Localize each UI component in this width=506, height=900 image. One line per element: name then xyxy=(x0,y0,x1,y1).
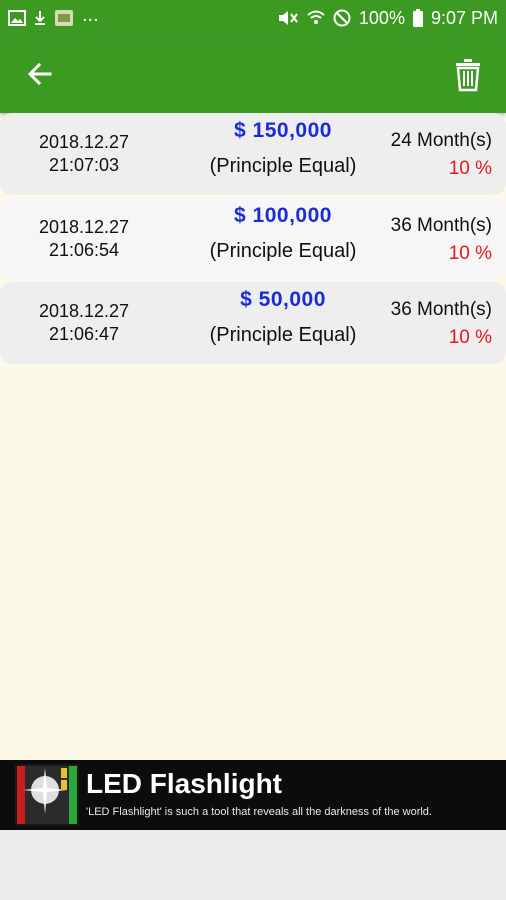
image-icon xyxy=(8,10,26,26)
status-bar: ... 100% 9:07 PM xyxy=(0,0,506,36)
history-datetime: 2018.12.27 21:07:03 xyxy=(18,131,150,177)
overflow-indicator: ... xyxy=(82,4,99,26)
bottom-empty-area xyxy=(0,830,506,900)
status-bar-right: 100% 9:07 PM xyxy=(277,8,498,29)
history-date: 2018.12.27 xyxy=(38,301,130,321)
flashlight-logo-icon xyxy=(15,764,79,826)
repayment-method: (Principle Equal) xyxy=(209,155,357,177)
loan-amount: $ 100,000 xyxy=(234,204,332,227)
wifi-icon xyxy=(307,9,325,27)
history-date: 2018.12.27 xyxy=(38,132,130,152)
history-date: 2018.12.27 xyxy=(38,217,130,237)
loan-term: 36 Month(s) xyxy=(390,299,492,320)
history-time: 21:06:47 xyxy=(48,324,120,344)
history-time: 21:06:54 xyxy=(48,240,120,260)
clock: 9:07 PM xyxy=(430,7,498,28)
battery-icon xyxy=(412,9,423,27)
mute-icon xyxy=(277,9,299,27)
interest-rate: 10 % xyxy=(448,158,492,179)
loan-term: 24 Month(s) xyxy=(390,130,492,151)
trash-icon xyxy=(456,59,480,92)
loan-amount: $ 150,000 xyxy=(234,119,332,142)
ad-banner[interactable]: LED Flashlight 'LED Flashlight' is such … xyxy=(0,760,506,830)
repayment-method: (Principle Equal) xyxy=(209,324,357,346)
history-time: 21:07:03 xyxy=(48,155,120,175)
ad-subtitle: 'LED Flashlight' is such a tool that rev… xyxy=(86,806,432,818)
interest-rate: 10 % xyxy=(448,327,492,348)
app-icon xyxy=(54,9,74,27)
app-bar xyxy=(0,36,506,113)
loan-amount: $ 50,000 xyxy=(240,288,326,311)
delete-all-button[interactable] xyxy=(454,58,482,92)
history-item[interactable]: 2018.12.27 21:06:54 $ 100,000 (Principle… xyxy=(0,198,506,280)
battery-percent: 100% xyxy=(358,7,405,28)
ad-title: LED Flashlight xyxy=(86,768,282,799)
history-item[interactable]: 2018.12.27 21:07:03 $ 150,000 (Principle… xyxy=(0,113,506,195)
history-datetime: 2018.12.27 21:06:47 xyxy=(18,300,150,346)
arrow-left-icon xyxy=(27,62,52,86)
back-button[interactable] xyxy=(24,58,56,90)
do-not-disturb-icon xyxy=(333,9,351,27)
history-item[interactable]: 2018.12.27 21:06:47 $ 50,000 (Principle … xyxy=(0,282,506,364)
history-datetime: 2018.12.27 21:06:54 xyxy=(18,216,150,262)
interest-rate: 10 % xyxy=(448,243,492,264)
loan-term: 36 Month(s) xyxy=(390,215,492,236)
status-bar-left: ... xyxy=(8,5,99,27)
repayment-method: (Principle Equal) xyxy=(209,240,357,262)
download-icon xyxy=(34,10,46,26)
